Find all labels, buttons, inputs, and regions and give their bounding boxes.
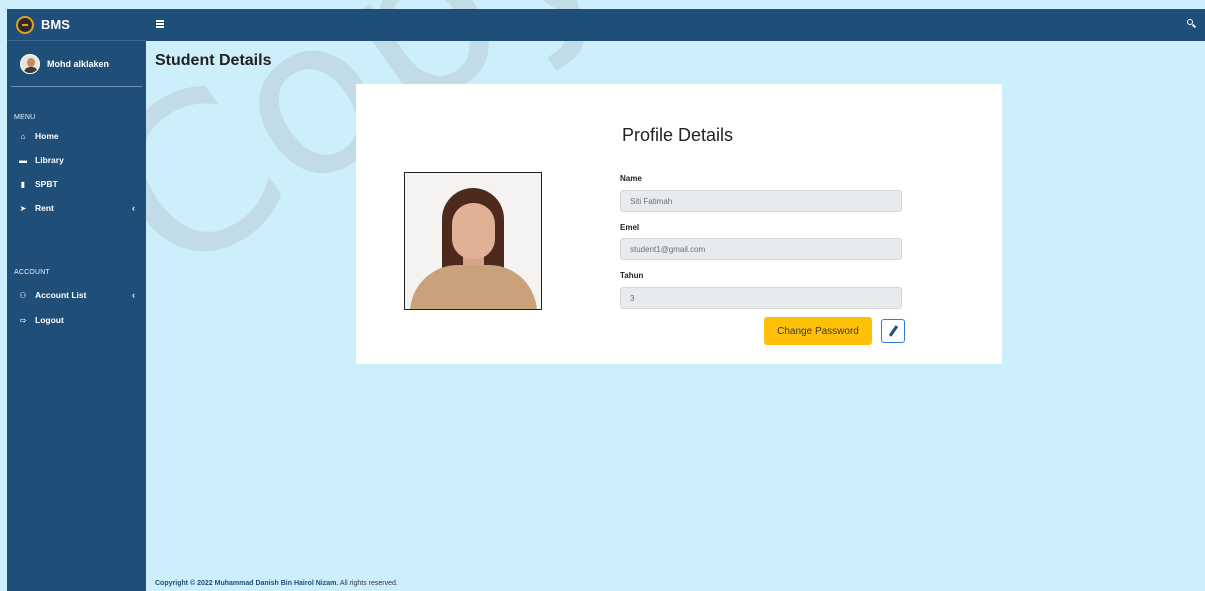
user-panel[interactable]: Mohd alklaken — [11, 41, 142, 87]
page-title: Student Details — [155, 52, 272, 69]
sidebar-item-logout[interactable]: ⇨ Logout — [17, 312, 141, 328]
menu-section-label: MENU — [14, 114, 36, 121]
name-field[interactable]: Siti Fatimah — [620, 190, 902, 212]
sidebar-item-rent[interactable]: ➤ Rent ‹ — [17, 200, 141, 216]
user-name: Mohd alklaken — [47, 58, 110, 69]
year-label: Tahun — [620, 271, 644, 280]
profile-photo — [404, 172, 542, 310]
logout-icon: ⇨ — [19, 315, 27, 325]
name-label: Name — [620, 174, 642, 183]
hamburger-menu-icon[interactable] — [156, 20, 164, 28]
sidebar-item-label: SPBT — [35, 179, 58, 189]
sidebar-item-account-list[interactable]: ⚇ Account List ‹ — [17, 287, 141, 303]
profile-card: Profile Details Name Siti Fatimah Emel s… — [356, 84, 1002, 364]
footer-rights: All rights reserved. — [338, 580, 398, 587]
book-icon: ▮ — [20, 179, 26, 189]
sidebar-item-label: Logout — [35, 315, 64, 325]
sidebar-item-label: Rent — [35, 203, 54, 213]
footer: Copyright © 2022 Muhammad Danish Bin Hai… — [155, 580, 398, 587]
profile-title: Profile Details — [622, 125, 734, 145]
chevron-left-icon: ‹ — [132, 203, 135, 213]
avatar — [20, 53, 40, 74]
footer-copyright: Copyright © 2022 Muhammad Danish Bin Hai… — [155, 580, 339, 587]
home-icon: ⌂ — [20, 131, 26, 141]
users-icon: ⚇ — [19, 290, 27, 300]
brand-logo-icon — [16, 15, 34, 34]
send-icon: ➤ — [19, 203, 27, 213]
pencil-icon — [888, 325, 899, 337]
brand[interactable]: BMS — [7, 9, 146, 41]
sidebar-item-label: Library — [35, 155, 64, 165]
sidebar-item-home[interactable]: ⌂ Home — [17, 128, 141, 144]
library-icon: ▬ — [19, 155, 27, 165]
sidebar: BMS Mohd alklaken MENU ⌂ Home ▬ Library … — [7, 9, 146, 591]
search-icon[interactable] — [1186, 18, 1198, 30]
account-section-label: ACCOUNT — [14, 269, 51, 276]
sidebar-item-label: Account List — [35, 290, 87, 300]
email-field[interactable]: student1@gmail.com — [620, 238, 902, 260]
sidebar-item-library[interactable]: ▬ Library — [17, 152, 141, 168]
email-label: Emel — [620, 223, 640, 232]
brand-name: BMS — [41, 17, 70, 32]
topbar — [146, 9, 1205, 41]
chevron-left-icon: ‹ — [132, 290, 135, 300]
sidebar-item-spbt[interactable]: ▮ SPBT — [17, 176, 141, 192]
year-field[interactable]: 3 — [620, 287, 902, 309]
sidebar-item-label: Home — [35, 131, 59, 141]
change-password-button[interactable]: Change Password — [764, 317, 872, 345]
edit-button[interactable] — [881, 319, 905, 343]
